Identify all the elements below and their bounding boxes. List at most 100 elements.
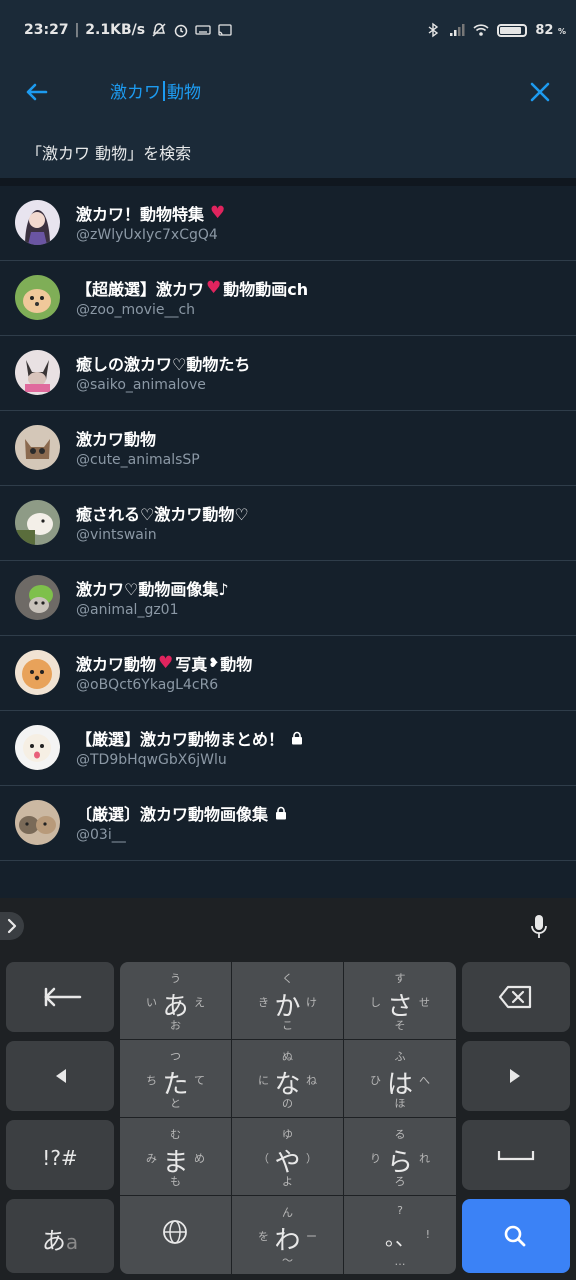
text-caret (163, 80, 165, 101)
suggestion-text: 「激カワ 動物」を検索 (26, 144, 192, 163)
flick-right: け (306, 996, 317, 1009)
mode-switch-key[interactable]: あa (6, 1199, 114, 1273)
key-a[interactable]: う い あ え お (120, 962, 231, 1039)
status-separator: | (74, 22, 80, 38)
list-item[interactable]: 癒される♡激カワ動物♡ @vintswain (0, 486, 576, 561)
key-na[interactable]: ぬ に な ね の (232, 1040, 343, 1117)
search-bar: 激カワ 動物 (0, 68, 576, 127)
undo-arrow-icon (44, 987, 82, 1007)
flick-down: … (394, 1255, 406, 1268)
flick-down: も (170, 1175, 181, 1188)
key-wa[interactable]: ん を わ ー ～ (232, 1196, 343, 1274)
keyboard: !?# あa う い あ え お く き か け こ す し さ せ そ つ ち… (0, 898, 576, 1280)
backspace-icon (498, 985, 532, 1009)
search-icon (504, 1225, 526, 1247)
keyboard-toolbar (0, 898, 576, 956)
heart-icon: ♥ (206, 278, 222, 298)
battery-icon (497, 23, 528, 37)
close-icon[interactable] (524, 76, 556, 108)
status-speed: 2.1KB/s (85, 22, 146, 38)
results-list: 激カワ！動物特集 ♥ @zWlyUxIyc7xCgQ4 【超厳選】激カワ ♥ 動物動… (0, 186, 576, 861)
status-time: 23:27 (24, 22, 69, 38)
cast-icon (218, 24, 232, 36)
avatar (15, 650, 60, 695)
backspace-key[interactable] (462, 962, 570, 1032)
result-handle: @oBQct6YkagL4cR6 (76, 677, 219, 693)
avatar (15, 800, 60, 845)
avatar (15, 200, 60, 245)
back-arrow-icon[interactable] (20, 76, 52, 108)
result-handle: @03i__ (76, 827, 126, 843)
list-item[interactable]: 激カワ動物 ♥ 写真 ❥ 動物 @oBQct6YkagL4cR6 (0, 636, 576, 711)
result-handle: @TD9bHqwGbX6jWlu (76, 752, 227, 768)
heart-icon: ♥ (158, 653, 174, 673)
flick-down: そ (394, 1019, 406, 1032)
globe-icon (163, 1220, 187, 1244)
flick-down: ～ (282, 1254, 293, 1267)
triangle-left-icon (56, 1069, 66, 1083)
key-sa[interactable]: す し さ せ そ (344, 962, 456, 1039)
symbols-key[interactable]: !?# (6, 1120, 114, 1190)
microphone-icon[interactable] (530, 914, 548, 940)
undo-key[interactable] (6, 962, 114, 1032)
cursor-left-key[interactable] (6, 1041, 114, 1111)
key-ta[interactable]: つ ち た て と (120, 1040, 231, 1117)
avatar (15, 275, 60, 320)
search-key[interactable] (462, 1199, 570, 1273)
result-handle: @zWlyUxIyc7xCgQ4 (76, 227, 218, 243)
result-handle: @zoo_movie__ch (76, 302, 196, 318)
flick-up: ん (282, 1206, 293, 1219)
flick-right: え (194, 996, 205, 1009)
lock-icon (276, 806, 287, 820)
flick-down: と (170, 1097, 181, 1110)
result-handle: @cute_animalsSP (76, 452, 200, 468)
list-item[interactable]: 激カワ！動物特集 ♥ @zWlyUxIyc7xCgQ4 (0, 186, 576, 261)
flick-down: こ (282, 1019, 293, 1032)
flick-down: ほ (394, 1097, 406, 1110)
flick-right: れ (419, 1152, 430, 1165)
flick-up: す (394, 972, 406, 985)
result-name: 激カワ！動物特集 ♥ (76, 203, 226, 224)
key-punctuation[interactable]: ? 。、 ! … (344, 1196, 456, 1274)
cursor-right-key[interactable] (462, 1041, 570, 1111)
flick-right: ー (306, 1230, 317, 1243)
result-name: 【厳選】激カワ動物まとめ！ (76, 726, 304, 750)
flick-right: せ (419, 996, 430, 1009)
flick-down: ろ (394, 1175, 406, 1188)
result-name: 癒しの激カワ♡動物たち (76, 355, 251, 374)
list-item[interactable]: 【厳選】激カワ動物まとめ！ @TD9bHqwGbX6jWlu (0, 711, 576, 786)
status-left: 23:27 | 2.1KB/s (24, 22, 233, 38)
flick-up: る (394, 1128, 406, 1141)
flick-right: て (194, 1074, 205, 1087)
search-input[interactable]: 激カワ 動物 (110, 78, 201, 103)
flick-up: ぬ (282, 1050, 293, 1063)
lock-icon (292, 731, 303, 745)
key-ka[interactable]: く き か け こ (232, 962, 343, 1039)
flick-up: う (170, 972, 181, 985)
avatar (15, 500, 60, 545)
symbols-label: !?# (42, 1146, 78, 1170)
flick-right: ） (306, 1152, 317, 1165)
key-ma[interactable]: む み ま め も (120, 1118, 231, 1195)
list-item[interactable]: 癒しの激カワ♡動物たち @saiko_animalove (0, 336, 576, 411)
flick-up: つ (170, 1050, 181, 1063)
key-ya[interactable]: ゆ （ や ） よ (232, 1118, 343, 1195)
expand-toolbar-button[interactable] (0, 912, 24, 940)
search-suggestion[interactable]: 「激カワ 動物」を検索 (0, 126, 576, 178)
divider (0, 178, 576, 186)
status-right: 82 % (425, 22, 566, 38)
list-item[interactable]: 激カワ動物 @cute_animalsSP (0, 411, 576, 486)
heart-icon: ♥ (210, 203, 226, 223)
bluetooth-icon (428, 22, 439, 38)
flick-down: よ (282, 1175, 293, 1188)
flick-right: ! (425, 1228, 430, 1241)
list-item[interactable]: 【超厳選】激カワ ♥ 動物動画ch @zoo_movie__ch (0, 261, 576, 336)
query-text-end: 動物 (167, 83, 201, 103)
space-key[interactable] (462, 1120, 570, 1190)
globe-key[interactable] (120, 1196, 231, 1274)
list-item[interactable]: 〔厳選〕激カワ動物画像集 @03i__ (0, 786, 576, 861)
list-item[interactable]: 激カワ♡動物画像集♪ @animal_gz01 (0, 561, 576, 636)
result-handle: @animal_gz01 (76, 602, 179, 618)
key-ra[interactable]: る り ら れ ろ (344, 1118, 456, 1195)
key-ha[interactable]: ふ ひ は へ ほ (344, 1040, 456, 1117)
